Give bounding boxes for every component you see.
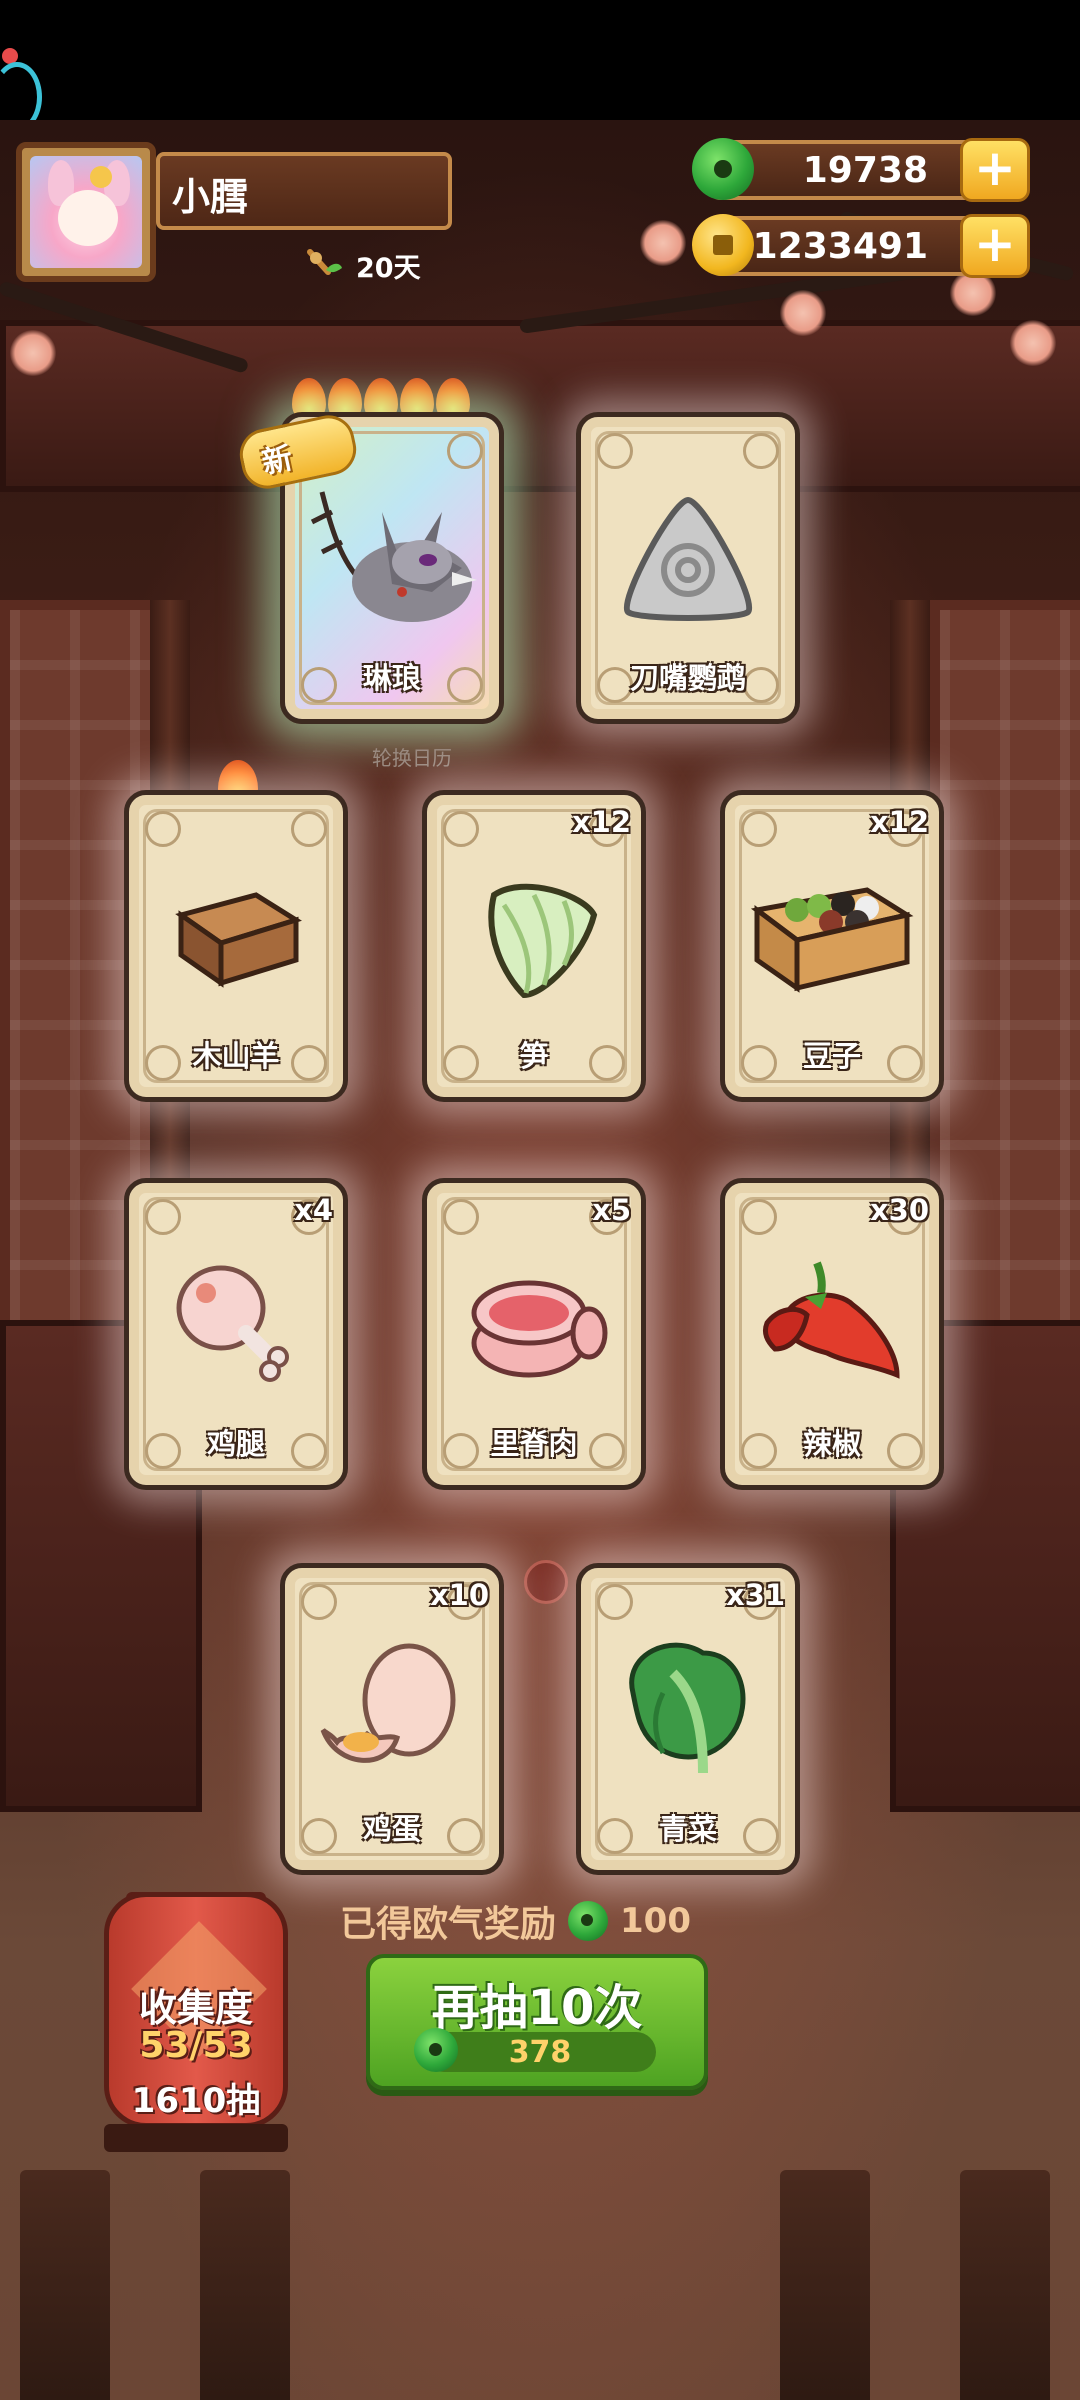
days-count: 20天 <box>356 253 421 284</box>
card-name: 里脊肉 <box>490 1427 578 1461</box>
card-name: 豆子 <box>802 1039 861 1073</box>
wood-block-icon <box>175 892 302 988</box>
card-douzi[interactable]: x12 豆子 <box>720 790 944 1102</box>
player-name-plate: 小膤 <box>156 152 452 230</box>
status-bar <box>0 0 1080 132</box>
avatar-bun <box>90 166 112 188</box>
card-count: x10 <box>429 1578 489 1612</box>
draw-cost-value: 378 <box>508 2035 572 2070</box>
card-count: x30 <box>869 1193 929 1227</box>
card-name: 鸡蛋 <box>362 1812 421 1846</box>
collection-title: 收集度 <box>138 1986 253 2030</box>
card-name: 木山羊 <box>192 1039 280 1073</box>
draw-button-label: 再抽10次 <box>431 1980 643 2036</box>
card-name: 青菜 <box>658 1812 717 1846</box>
jade-icon <box>568 1901 609 1941</box>
card-jitui[interactable]: x4 鸡腿 <box>124 1178 348 1490</box>
swirl-ornament <box>741 811 777 847</box>
bean-box-icon <box>750 887 914 993</box>
blossom-flower <box>780 290 826 336</box>
card-sun[interactable]: x12 笋 <box>422 790 646 1102</box>
collection-progress: 53/53 <box>139 2025 253 2066</box>
lucky-reward-row: 已得欧气奖励 100 <box>340 1895 691 1947</box>
lantern-stand <box>104 2124 288 2152</box>
bamboo-shoot-icon <box>488 883 598 999</box>
blossom-flower <box>640 220 686 266</box>
floor-railing-post <box>20 2170 110 2400</box>
card-count: x12 <box>571 805 631 839</box>
floor-railing-post <box>960 2170 1050 2400</box>
swirl-ornament <box>145 811 181 847</box>
swirl-ornament <box>743 433 779 469</box>
unknown-silhouette-icon <box>623 496 753 621</box>
swirl-ornament <box>741 1199 777 1235</box>
card-count: x5 <box>592 1193 631 1227</box>
swirl-ornament <box>443 1199 479 1235</box>
collection-lantern[interactable]: 收集度 53/53 1610抽 <box>104 1892 288 2128</box>
branch-sprout-icon <box>307 248 342 275</box>
new-badge-text: 新 <box>259 440 296 482</box>
card-lajiao[interactable]: x30 辣椒 <box>720 1178 944 1490</box>
calendar-label: 轮换日历 <box>372 746 452 770</box>
swirl-ornament <box>447 433 483 469</box>
card-daozuiyingwu[interactable]: 刀嘴鹦鹉 <box>576 412 800 724</box>
blossom-flower <box>1010 320 1056 366</box>
wolf-icon <box>310 491 477 622</box>
coin-balance: 1233491 <box>752 226 928 267</box>
swirl-ornament <box>145 1199 181 1235</box>
card-name: 笋 <box>519 1039 549 1073</box>
player-name: 小膤 <box>172 175 249 219</box>
meat-loin-icon <box>471 1280 608 1378</box>
swirl-ornament <box>301 1584 337 1620</box>
avatar-image <box>30 156 142 268</box>
floor-railing-post <box>780 2170 870 2400</box>
chicken-leg-icon <box>176 1265 289 1382</box>
swirl-ornament <box>291 811 327 847</box>
total-draws: 1610抽 <box>131 2081 261 2121</box>
draw-ten-button[interactable]: 再抽10次 378 <box>366 1954 708 2090</box>
card-mushanyang[interactable]: 木山羊 <box>124 790 348 1102</box>
reward-value: 100 <box>620 1901 691 1941</box>
card-name: 刀嘴鹦鹉 <box>629 661 746 695</box>
jade-icon <box>692 138 754 200</box>
card-count: x31 <box>725 1578 785 1612</box>
jade-balance: 19738 <box>802 150 928 191</box>
egg-icon <box>320 1643 456 1763</box>
card-count: x12 <box>869 805 929 839</box>
card-name: 鸡腿 <box>206 1427 265 1461</box>
reward-label: 已得欧气奖励 <box>340 1904 557 1945</box>
blossom-flower <box>10 330 56 376</box>
avatar-face <box>58 190 118 246</box>
card-lijirou[interactable]: x5 里脊肉 <box>422 1178 646 1490</box>
bok-choy-icon <box>629 1642 746 1774</box>
swirl-ornament <box>443 811 479 847</box>
card-qingcai[interactable]: x31 青菜 <box>576 1563 800 1875</box>
floor-railing-post <box>200 2170 290 2400</box>
add-jade-button[interactable]: + <box>960 138 1030 202</box>
card-name: 辣椒 <box>802 1427 861 1461</box>
compass-icon <box>524 1560 568 1604</box>
right-window-lattice <box>930 600 1080 1400</box>
card-count: x4 <box>294 1193 333 1227</box>
draw-cost: 378 <box>414 2028 656 2072</box>
add-coin-button[interactable]: + <box>960 214 1030 278</box>
login-days: 20天 <box>306 246 421 285</box>
card-name: 琳琅 <box>362 661 421 695</box>
chili-pepper-icon <box>762 1261 900 1379</box>
card-jidan[interactable]: x10 鸡蛋 <box>280 1563 504 1875</box>
swirl-ornament <box>597 433 633 469</box>
player-avatar[interactable] <box>16 142 156 282</box>
coin-icon <box>692 214 754 276</box>
swirl-ornament <box>597 1584 633 1620</box>
